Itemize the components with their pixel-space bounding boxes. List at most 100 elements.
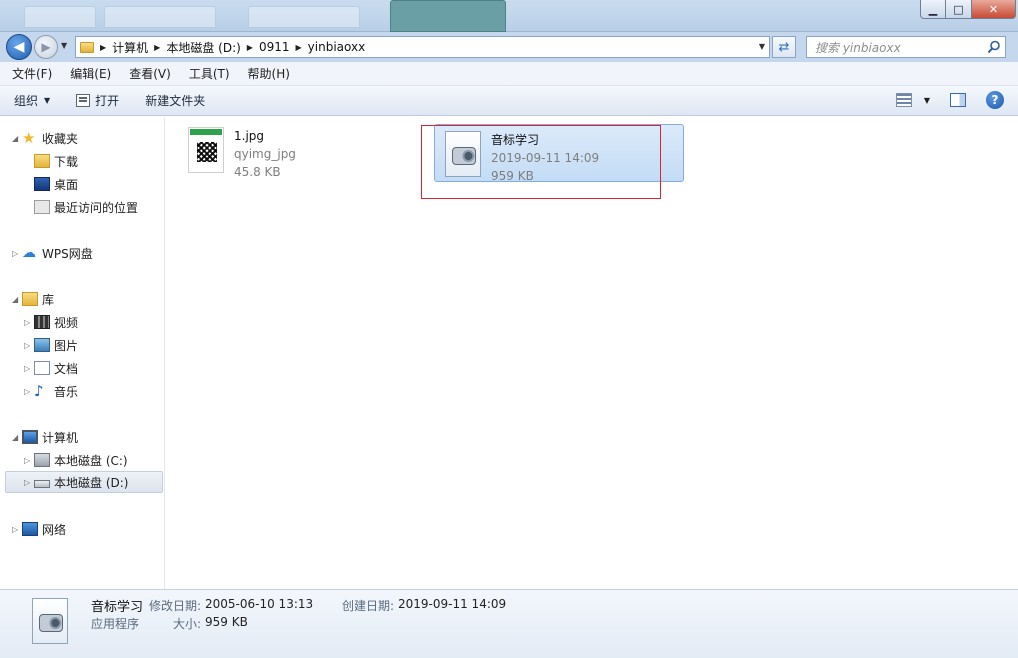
details-size-value: 959 KB [205,615,248,629]
search-placeholder: 搜索 yinbiaoxx [815,40,901,55]
nav-favorites[interactable]: ◢ ★ 收藏夹 [12,127,78,149]
nav-label: 本地磁盘 (C:) [54,453,128,468]
view-options-icon[interactable] [895,93,912,107]
back-arrow-icon: ◀ [13,39,25,55]
document-icon [34,361,50,375]
open-button[interactable]: 打开 [76,92,119,109]
menu-bar: 文件(F) 编辑(E) 查看(V) 工具(T) 帮助(H) [0,62,1018,86]
details-type: 应用程序 [91,617,140,631]
breadcrumb-yinbiaoxx[interactable]: yinbiaoxx [308,40,366,54]
nav-videos[interactable]: ▷ 视频 [24,311,78,333]
file-type: qyimg_jpg [234,147,296,161]
organize-label: 组织 [14,94,39,108]
preview-pane-icon[interactable] [950,93,966,107]
chevron-right-icon[interactable]: ▶ [154,43,160,52]
folder-icon [80,41,94,53]
menu-tools[interactable]: 工具(T) [185,65,234,82]
collapse-icon[interactable]: ▷ [24,341,34,350]
background-tab[interactable] [104,6,216,28]
address-dropdown-icon[interactable]: ▼ [759,42,765,51]
open-label: 打开 [95,94,120,108]
nav-disk-c[interactable]: ▷ 本地磁盘 (C:) [24,449,128,471]
collapse-icon[interactable]: ▷ [24,318,34,327]
nav-label: 文档 [54,361,79,376]
expand-icon[interactable]: ◢ [12,134,22,143]
organize-button[interactable]: 组织 ▼ [14,92,50,109]
address-row: ◀ ▶ ▼ ▶ 计算机 ▶ 本地磁盘 (D:) ▶ 0911 ▶ yinbiao… [0,32,1018,62]
breadcrumb-0911[interactable]: 0911 [259,40,290,54]
refresh-button[interactable]: ⇄ [772,36,796,58]
nav-downloads[interactable]: 下载 [34,150,78,172]
nav-libraries[interactable]: ◢ 库 [12,288,54,310]
forward-arrow-icon: ▶ [41,40,51,54]
system-drive-icon [34,453,50,467]
expand-icon[interactable]: ◢ [12,295,22,304]
address-bar[interactable]: ▶ 计算机 ▶ 本地磁盘 (D:) ▶ 0911 ▶ yinbiaoxx ▼ [75,36,770,58]
nav-computer[interactable]: ◢ 计算机 [12,426,78,448]
nav-pictures[interactable]: ▷ 图片 [24,334,78,356]
picture-icon [34,338,50,352]
search-input[interactable]: 搜索 yinbiaoxx [806,36,1006,58]
command-bar: 组织 ▼ 打开 新建文件夹 ▼ ? [0,86,1018,116]
collapse-icon[interactable]: ▷ [24,478,34,487]
help-icon[interactable]: ? [986,91,1004,109]
refresh-icon: ⇄ [778,39,790,55]
background-tab-active[interactable] [390,0,506,32]
menu-edit[interactable]: 编辑(E) [66,65,115,82]
menu-help[interactable]: 帮助(H) [244,65,294,82]
collapse-icon[interactable]: ▷ [12,249,22,258]
breadcrumb-computer[interactable]: 计算机 [112,39,148,56]
maximize-button[interactable]: □ [946,0,972,19]
back-button[interactable]: ◀ [6,34,32,60]
highlight-annotation [421,125,661,199]
nav-recent-places[interactable]: 最近访问的位置 [34,196,138,218]
forward-button[interactable]: ▶ [34,35,58,59]
nav-documents[interactable]: ▷ 文档 [24,357,78,379]
title-bar: ▁ □ ✕ [0,0,1018,32]
collapse-icon[interactable]: ▷ [24,364,34,373]
details-created-label: 创建日期: [342,599,395,613]
chevron-right-icon[interactable]: ▶ [247,43,253,52]
nav-label: 视频 [54,315,79,330]
breadcrumb-disk-d[interactable]: 本地磁盘 (D:) [166,39,240,56]
expand-icon[interactable]: ◢ [12,433,22,442]
recent-pages-dropdown[interactable]: ▼ [61,41,67,50]
details-modified-value: 2005-06-10 13:13 [205,597,314,611]
nav-label: 图片 [54,338,79,353]
nav-desktop[interactable]: 桌面 [34,173,78,195]
navigation-pane: ◢ ★ 收藏夹 下载 桌面 最近访问的位置 ▷ ☁ WPS网盘 ◢ 库 ▷ 视频… [4,117,165,589]
collapse-icon[interactable]: ▷ [24,456,34,465]
nav-label: 最近访问的位置 [54,200,139,215]
minimize-button[interactable]: ▁ [920,0,946,19]
search-icon[interactable] [987,40,1001,54]
application-icon [32,598,68,644]
menu-view[interactable]: 查看(V) [125,65,175,82]
nav-label: 库 [42,292,55,307]
background-tab[interactable] [24,6,96,28]
collapse-icon[interactable]: ▷ [12,525,22,534]
nav-music[interactable]: ▷ ♪ 音乐 [24,380,78,402]
details-created-value: 2019-09-11 14:09 [398,597,507,611]
nav-wps-cloud[interactable]: ▷ ☁ WPS网盘 [12,242,93,264]
nav-label: 桌面 [54,177,79,192]
nav-disk-d[interactable]: ▷ 本地磁盘 (D:) [5,471,163,493]
details-pane: 音标学习 应用程序 修改日期: 2005-06-10 13:13 大小: 959… [0,589,1018,658]
drive-icon [34,479,50,488]
library-icon [22,292,38,306]
file-item-jpg[interactable]: 1.jpg qyimg_jpg 45.8 KB [188,127,296,181]
collapse-icon[interactable]: ▷ [24,387,34,396]
view-dropdown-icon[interactable]: ▼ [924,96,930,105]
background-tab[interactable] [248,6,360,28]
chevron-down-icon: ▼ [44,96,51,105]
close-button[interactable]: ✕ [972,0,1016,19]
network-icon [22,522,38,536]
details-modified-label: 修改日期: [149,599,202,613]
menu-file[interactable]: 文件(F) [8,65,56,82]
computer-icon [22,430,38,444]
chevron-right-icon[interactable]: ▶ [100,43,106,52]
new-folder-button[interactable]: 新建文件夹 [145,92,205,109]
nav-network[interactable]: ▷ 网络 [12,518,66,540]
nav-label: 计算机 [42,430,79,445]
chevron-right-icon[interactable]: ▶ [296,43,302,52]
toolbar-right: ▼ ? [895,91,1004,109]
